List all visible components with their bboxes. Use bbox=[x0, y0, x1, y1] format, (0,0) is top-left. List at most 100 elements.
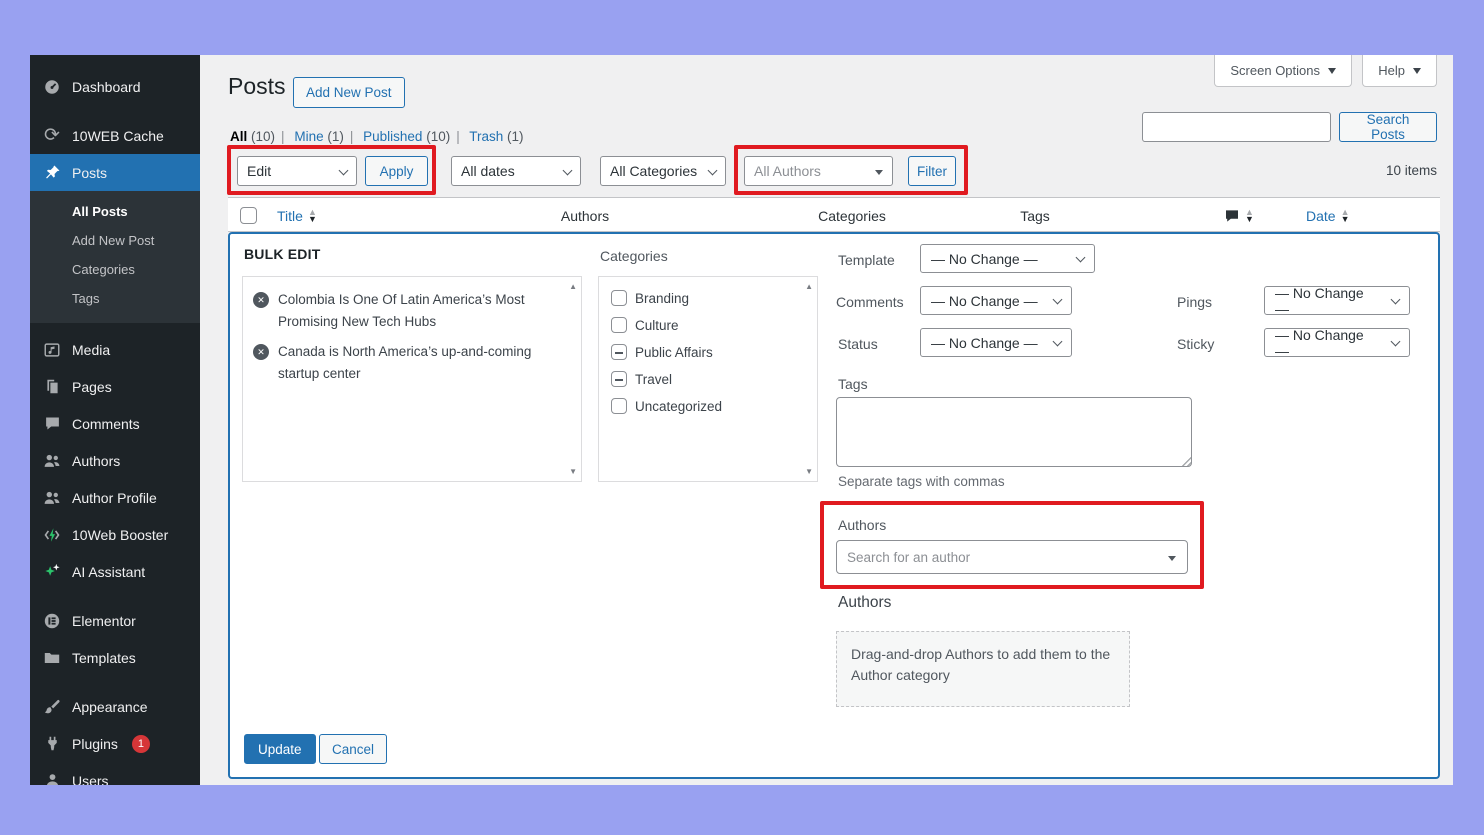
sticky-label: Sticky bbox=[1177, 336, 1215, 352]
comments-label: Comments bbox=[836, 294, 904, 310]
tags-textarea[interactable] bbox=[836, 397, 1192, 467]
dropdown-triangle-icon bbox=[1168, 556, 1176, 565]
template-select[interactable]: — No Change — bbox=[920, 244, 1095, 273]
page-title: Posts bbox=[228, 73, 286, 99]
user-icon bbox=[42, 771, 62, 785]
chevron-down-icon bbox=[1052, 294, 1063, 305]
filter-button[interactable]: Filter bbox=[908, 156, 956, 186]
plugins-update-badge: 1 bbox=[131, 734, 150, 753]
help-button[interactable]: Help bbox=[1362, 55, 1437, 87]
sidebar-item-plugins[interactable]: Plugins 1 bbox=[30, 725, 200, 762]
category-checkbox-indeterminate[interactable] bbox=[611, 371, 627, 387]
authors-filter-select[interactable] bbox=[744, 156, 893, 186]
search-input[interactable] bbox=[1142, 112, 1331, 142]
category-checkbox[interactable] bbox=[611, 317, 627, 333]
sticky-select[interactable]: — No Change — bbox=[1264, 327, 1410, 359]
view-published-link[interactable]: Published bbox=[363, 129, 422, 144]
comments-select[interactable]: — No Change — bbox=[920, 286, 1072, 315]
posts-table-header: Title ▲ ▼ Authors Categories Tags ▲ ▼ Date… bbox=[228, 197, 1440, 232]
authors-filter-input[interactable] bbox=[754, 163, 866, 179]
remove-post-icon[interactable] bbox=[253, 292, 269, 308]
main-content: Screen Options Help Posts Add New Post S… bbox=[200, 55, 1453, 785]
dropdown-triangle-icon bbox=[875, 170, 883, 179]
sidebar-item-elementor[interactable]: Elementor bbox=[30, 602, 200, 639]
sidebar-separator bbox=[30, 590, 200, 602]
elementor-icon bbox=[42, 611, 62, 631]
chevron-down-icon bbox=[562, 165, 573, 176]
bulk-edit-panel: BULK EDIT Colombia Is One Of Latin Ameri… bbox=[228, 232, 1440, 779]
submenu-add-new-post[interactable]: Add New Post bbox=[30, 226, 200, 255]
sidebar-item-ai-assistant[interactable]: AI Assistant bbox=[30, 553, 200, 590]
view-trash-link[interactable]: Trash bbox=[469, 129, 503, 144]
categories-filter-select[interactable]: All Categories bbox=[600, 156, 726, 186]
apply-button[interactable]: Apply bbox=[365, 156, 428, 186]
scrollbar-up-arrow[interactable]: ▲ bbox=[805, 282, 813, 291]
view-mine-link[interactable]: Mine bbox=[294, 129, 323, 144]
sidebar-item-media[interactable]: Media bbox=[30, 331, 200, 368]
select-all-checkbox[interactable] bbox=[240, 207, 257, 224]
category-option: Branding bbox=[611, 290, 793, 306]
author-search-combobox[interactable] bbox=[836, 540, 1188, 574]
submenu-categories[interactable]: Categories bbox=[30, 255, 200, 284]
scrollbar-up-arrow[interactable]: ▲ bbox=[569, 282, 577, 291]
media-icon bbox=[42, 340, 62, 360]
posts-submenu: All Posts Add New Post Categories Tags bbox=[30, 191, 200, 323]
category-option: Culture bbox=[611, 317, 793, 333]
scrollbar-down-arrow[interactable]: ▼ bbox=[569, 467, 577, 476]
bulk-post-item: Canada is North America’s up-and-coming … bbox=[253, 341, 555, 384]
update-button[interactable]: Update bbox=[244, 734, 316, 764]
category-checkbox-indeterminate[interactable] bbox=[611, 344, 627, 360]
dashboard-icon bbox=[42, 77, 62, 97]
view-all-link[interactable]: All bbox=[230, 129, 247, 144]
bulk-action-select[interactable]: Edit bbox=[237, 156, 357, 186]
authors-dropzone[interactable]: Drag-and-drop Authors to add them to the… bbox=[836, 631, 1130, 707]
column-date[interactable]: Date ▲ ▼ bbox=[1306, 198, 1350, 233]
brush-icon bbox=[42, 697, 62, 717]
add-new-post-button[interactable]: Add New Post bbox=[293, 77, 405, 108]
remove-post-icon[interactable] bbox=[253, 344, 269, 361]
sidebar-item-pages[interactable]: Pages bbox=[30, 368, 200, 405]
chevron-down-icon bbox=[1390, 294, 1401, 305]
sparkle-icon bbox=[42, 562, 62, 582]
sidebar-item-10web-booster[interactable]: 10Web Booster bbox=[30, 516, 200, 553]
sidebar-item-users[interactable]: Users bbox=[30, 762, 200, 785]
bulk-authors-label: Authors bbox=[838, 517, 887, 533]
chevron-down-icon bbox=[338, 165, 349, 176]
dates-filter-select[interactable]: All dates bbox=[451, 156, 581, 186]
search-posts-button[interactable]: Search Posts bbox=[1339, 112, 1437, 142]
status-select[interactable]: — No Change — bbox=[920, 328, 1072, 357]
group-icon bbox=[42, 488, 62, 508]
items-count: 10 items bbox=[1385, 163, 1437, 178]
plug-icon bbox=[42, 734, 62, 754]
tags-label: Tags bbox=[838, 376, 868, 392]
cancel-button[interactable]: Cancel bbox=[319, 734, 388, 764]
sidebar-item-10web-cache[interactable]: ⟳ 10WEB Cache bbox=[30, 117, 200, 154]
template-label: Template bbox=[838, 252, 895, 268]
sidebar-item-posts[interactable]: Posts bbox=[30, 154, 200, 191]
sidebar-item-dashboard[interactable]: Dashboard bbox=[30, 68, 200, 105]
author-search-input[interactable] bbox=[847, 549, 1159, 565]
column-title[interactable]: Title ▲ ▼ bbox=[277, 198, 317, 233]
column-authors: Authors bbox=[560, 207, 610, 224]
sidebar-item-templates[interactable]: Templates bbox=[30, 639, 200, 676]
sidebar-item-authors[interactable]: Authors bbox=[30, 442, 200, 479]
category-checkbox[interactable] bbox=[611, 290, 627, 306]
sidebar-item-appearance[interactable]: Appearance bbox=[30, 688, 200, 725]
scrollbar-down-arrow[interactable]: ▼ bbox=[805, 467, 813, 476]
pings-label: Pings bbox=[1177, 294, 1213, 310]
chevron-down-icon bbox=[1390, 336, 1401, 347]
chevron-down-icon bbox=[707, 165, 718, 176]
sort-arrows-icon: ▲ ▼ bbox=[1340, 206, 1350, 224]
categories-checklist: Branding Culture Public Affairs Travel U… bbox=[598, 276, 818, 482]
submenu-all-posts[interactable]: All Posts bbox=[30, 197, 200, 226]
screen-options-button[interactable]: Screen Options bbox=[1214, 55, 1352, 87]
category-checkbox[interactable] bbox=[611, 398, 627, 414]
view-filter-links: All (10) | Mine (1) | Published (10) | Tras… bbox=[230, 129, 524, 144]
pings-select[interactable]: — No Change — bbox=[1264, 285, 1410, 317]
column-comments[interactable]: ▲ ▼ bbox=[1224, 198, 1254, 233]
booster-bolt-icon bbox=[42, 525, 62, 545]
sidebar-item-comments[interactable]: Comments bbox=[30, 405, 200, 442]
comment-bubble-icon bbox=[1224, 208, 1240, 224]
submenu-tags[interactable]: Tags bbox=[30, 284, 200, 313]
sidebar-item-author-profile[interactable]: Author Profile bbox=[30, 479, 200, 516]
